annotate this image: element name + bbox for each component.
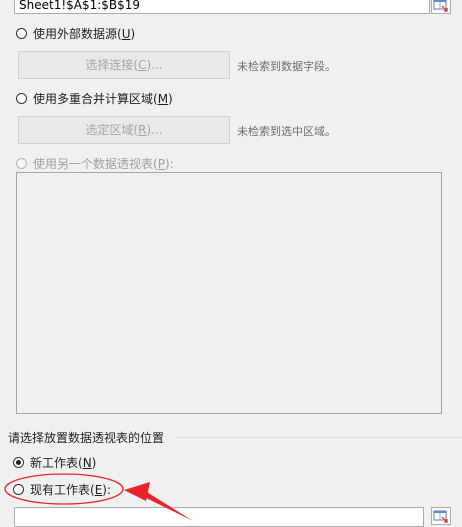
annotation-overlay xyxy=(4,473,193,521)
highlight-ellipse xyxy=(4,473,124,505)
annotation-arrow xyxy=(124,482,193,521)
